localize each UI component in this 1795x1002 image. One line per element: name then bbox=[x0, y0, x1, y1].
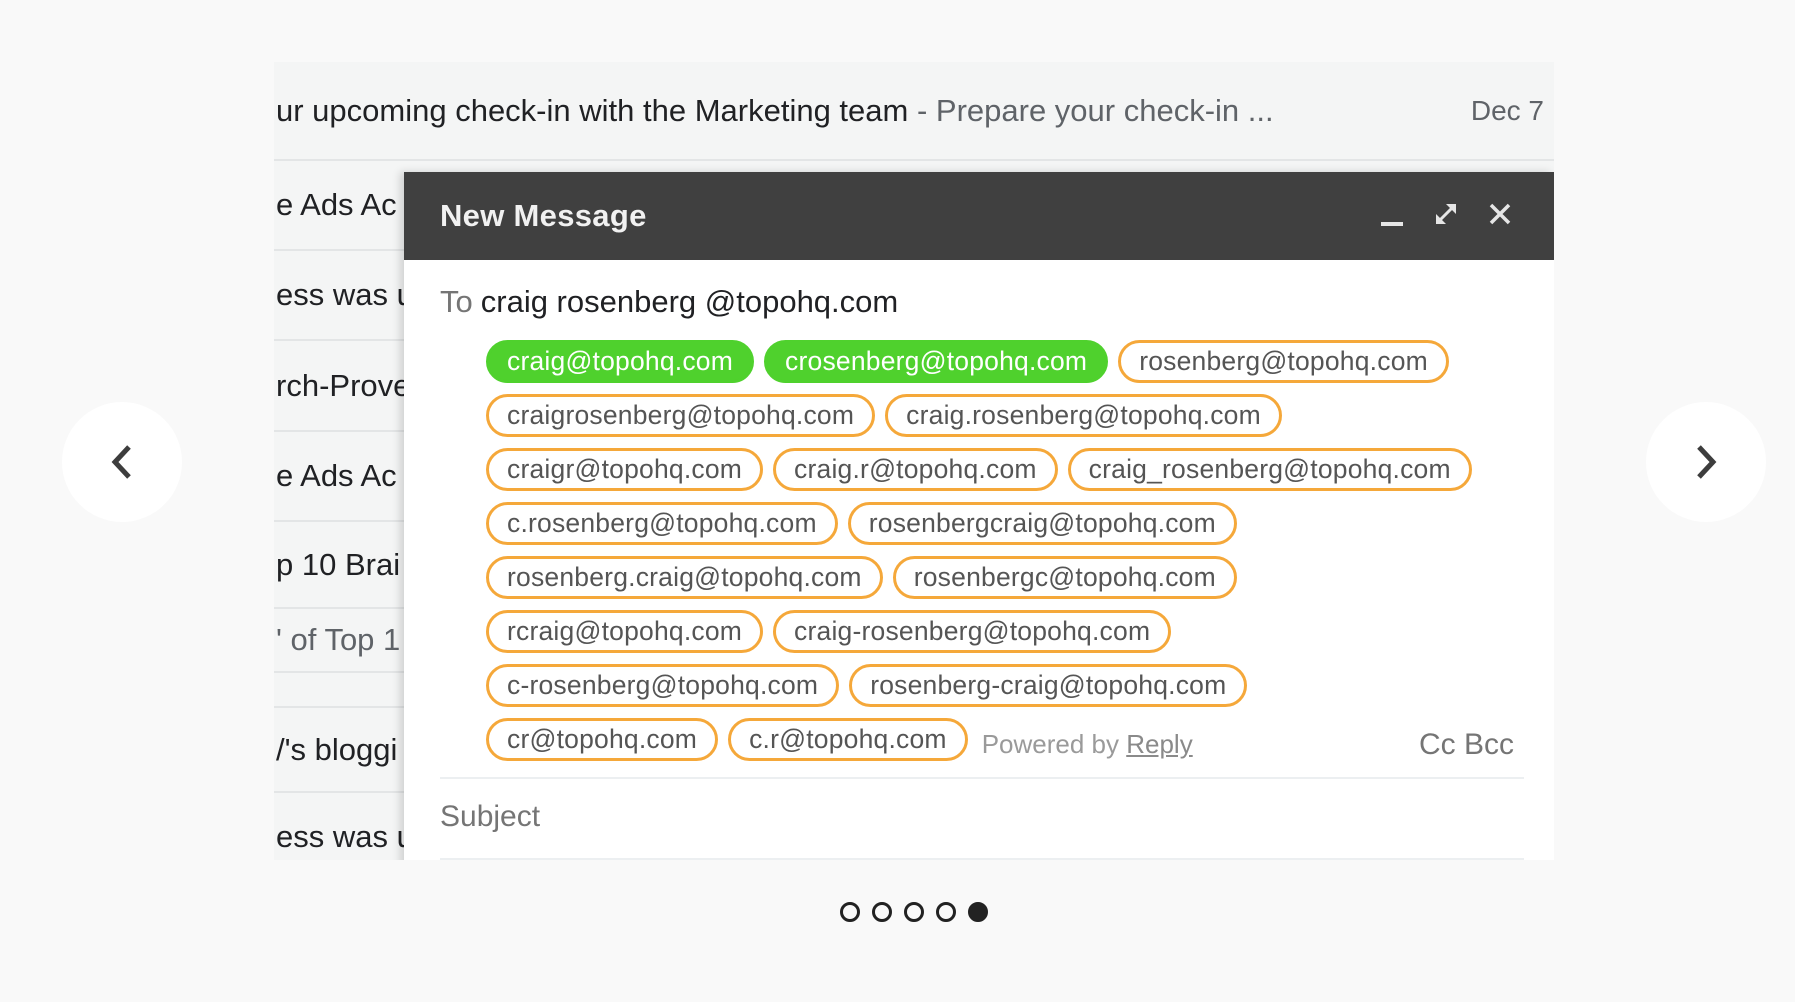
close-icon[interactable] bbox=[1484, 196, 1516, 232]
email-chip-unverified[interactable]: craig.r@topohq.com bbox=[773, 447, 1058, 491]
inbox-row-snippet: - Prepare your check-in ... bbox=[908, 92, 1274, 128]
pagination-dot[interactable] bbox=[904, 902, 924, 922]
inbox-row-subject: ess was u bbox=[276, 819, 414, 854]
expand-icon[interactable] bbox=[1430, 196, 1462, 232]
subject-input[interactable]: Subject bbox=[440, 800, 540, 834]
email-chip-unverified[interactable]: rosenbergcraig@topohq.com bbox=[847, 501, 1237, 545]
email-chip-unverified[interactable]: craigrosenberg@topohq.com bbox=[486, 393, 876, 437]
carousel-prev-button[interactable] bbox=[62, 402, 182, 522]
inbox-row[interactable]: ur upcoming check-in with the Marketing … bbox=[274, 62, 1554, 161]
pagination-dot[interactable] bbox=[872, 902, 892, 922]
suggestion-row: cr@topohq.com c.r@topohq.com Powered by Re… bbox=[486, 712, 1506, 766]
carousel-next-button[interactable] bbox=[1646, 402, 1766, 522]
inbox-row-date: Dec 7 bbox=[1470, 94, 1544, 126]
email-chip-unverified[interactable]: rosenberg.craig@topohq.com bbox=[486, 555, 883, 599]
email-chip-unverified[interactable]: craig_rosenberg@topohq.com bbox=[1067, 447, 1472, 491]
inbox-row-subject: ur upcoming check-in with the Marketing … bbox=[276, 92, 1274, 128]
suggestion-row: craigrosenberg@topohq.com craig.rosenberg… bbox=[486, 388, 1506, 442]
inbox-row-subject: ' of Top 1 bbox=[276, 622, 401, 657]
email-chip-unverified[interactable]: c.r@topohq.com bbox=[728, 717, 968, 761]
inbox-row-subject: e Ads Ac bbox=[276, 458, 397, 493]
pagination-dot[interactable] bbox=[840, 902, 860, 922]
email-chip-unverified[interactable]: rcraig@topohq.com bbox=[486, 609, 764, 653]
suggestion-row: craigr@topohq.com craig.r@topohq.com craig… bbox=[486, 442, 1506, 496]
cc-bcc-button[interactable]: Cc Bcc bbox=[1419, 728, 1514, 762]
email-chip-unverified[interactable]: craigr@topohq.com bbox=[486, 447, 764, 491]
email-chip-valid[interactable]: craig@topohq.com bbox=[486, 339, 755, 383]
email-suggestions: craig@topohq.com crosenberg@topohq.com ros… bbox=[486, 334, 1506, 766]
email-chip-unverified[interactable]: c.rosenberg@topohq.com bbox=[486, 501, 838, 545]
inbox-row-subject: rch-Prove bbox=[276, 367, 411, 403]
chevron-left-icon bbox=[111, 445, 131, 479]
to-field[interactable]: To craig rosenberg @topohq.com bbox=[440, 284, 898, 320]
divider bbox=[440, 858, 1524, 860]
email-chip-unverified[interactable]: craig.rosenberg@topohq.com bbox=[885, 393, 1282, 437]
email-chip-unverified[interactable]: rosenberg-craig@topohq.com bbox=[849, 663, 1248, 707]
suggestion-row: c.rosenberg@topohq.com rosenbergcraig@top… bbox=[486, 496, 1506, 550]
suggestion-row: craig@topohq.com crosenberg@topohq.com ros… bbox=[486, 334, 1506, 388]
inbox-row-subject: p 10 Brai bbox=[276, 546, 401, 582]
suggestion-row: rcraig@topohq.com craig-rosenberg@topohq.… bbox=[486, 604, 1506, 658]
pagination-dot[interactable] bbox=[968, 902, 988, 922]
divider bbox=[440, 777, 1524, 779]
compose-header: New Message bbox=[404, 172, 1554, 260]
pagination-dot[interactable] bbox=[936, 902, 956, 922]
inbox-row-subject: e Ads Ac bbox=[276, 187, 397, 222]
carousel-pagination bbox=[840, 902, 988, 922]
email-chip-unverified[interactable]: rosenberg@topohq.com bbox=[1118, 339, 1449, 383]
email-chip-unverified[interactable]: rosenbergc@topohq.com bbox=[892, 555, 1237, 599]
minimize-icon[interactable] bbox=[1376, 196, 1408, 232]
suggestion-row: c-rosenberg@topohq.com rosenberg-craig@to… bbox=[486, 658, 1506, 712]
email-chip-valid[interactable]: crosenberg@topohq.com bbox=[764, 339, 1109, 383]
email-screenshot-slide: ur upcoming check-in with the Marketing … bbox=[274, 62, 1554, 860]
chevron-right-icon bbox=[1697, 445, 1717, 479]
email-chip-unverified[interactable]: craig-rosenberg@topohq.com bbox=[773, 609, 1172, 653]
inbox-row-subject: ess was u bbox=[276, 277, 414, 312]
email-chip-unverified[interactable]: cr@topohq.com bbox=[486, 717, 719, 761]
to-label: To bbox=[440, 284, 473, 319]
email-chip-unverified[interactable]: c-rosenberg@topohq.com bbox=[486, 663, 840, 707]
inbox-row-subject: /'s bloggi bbox=[276, 731, 398, 767]
compose-window: New Message To craig rosenberg @topohq.c… bbox=[404, 172, 1554, 860]
compose-title: New Message bbox=[440, 198, 647, 233]
reply-link[interactable]: Reply bbox=[1126, 729, 1192, 759]
suggestion-row: rosenberg.craig@topohq.com rosenbergc@top… bbox=[486, 550, 1506, 604]
to-input-value[interactable]: craig rosenberg @topohq.com bbox=[481, 284, 898, 319]
powered-by-text: Powered by Reply bbox=[982, 729, 1193, 760]
powered-by-label: Powered by bbox=[981, 728, 1127, 759]
